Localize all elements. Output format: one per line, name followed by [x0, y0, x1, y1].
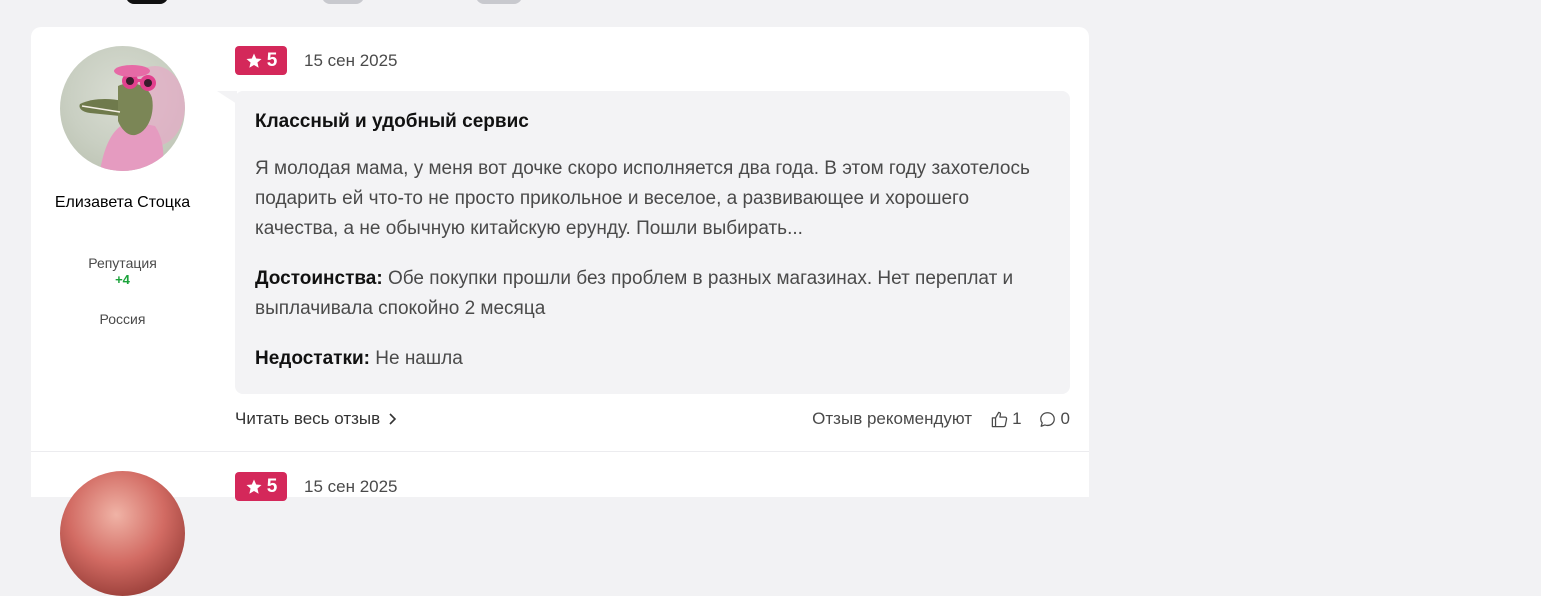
- filter-chip[interactable]: [322, 0, 364, 4]
- author-country: Россия: [99, 311, 146, 327]
- cons-label: Недостатки:: [255, 348, 370, 369]
- avatar[interactable]: [60, 471, 185, 596]
- like-button[interactable]: 1: [990, 409, 1022, 429]
- like-count: 1: [1012, 409, 1022, 428]
- review-title[interactable]: Классный и удобный сервис: [255, 111, 529, 133]
- review-text: Я молодая мама, у меня вот дочке скоро и…: [255, 158, 1030, 239]
- comment-count: 0: [1060, 409, 1070, 428]
- recommend-label: Отзыв рекомендуют: [812, 409, 973, 428]
- review-body: Классный и удобный сервис Я молодая мама…: [235, 91, 1070, 394]
- review-pros: Достоинства: Обе покупки прошли без проб…: [255, 264, 1055, 324]
- reputation-value: +4: [115, 272, 130, 287]
- rating-value: 5: [266, 49, 278, 71]
- filter-chip-active[interactable]: [126, 0, 168, 4]
- chevron-right-icon: [389, 413, 397, 425]
- bubble-tail: [217, 91, 237, 104]
- star-icon: [246, 479, 262, 494]
- comments-button[interactable]: 0: [1038, 409, 1070, 429]
- review-cons: Недостатки: Не нашла: [255, 344, 1055, 374]
- read-full-review-link[interactable]: Читать весь отзыв: [235, 409, 397, 429]
- star-icon: [246, 53, 262, 68]
- reputation-label: Репутация: [88, 255, 157, 271]
- review-divider: [31, 451, 1089, 452]
- comment-icon: [1039, 411, 1055, 427]
- rating-value: 5: [266, 475, 278, 497]
- avatar[interactable]: [60, 46, 185, 171]
- filter-chip[interactable]: [476, 0, 522, 4]
- top-filter-strip: [0, 0, 1100, 8]
- rating-badge: 5: [235, 46, 287, 75]
- review-card: Елизавета Стоцка Репутация +4 Россия 5 1…: [31, 27, 1089, 596]
- pros-label: Достоинства:: [255, 268, 383, 289]
- review-date: 15 сен 2025: [304, 477, 398, 496]
- review-actions: Отзыв рекомендуют 1 0: [812, 409, 1070, 429]
- author-name[interactable]: Елизавета Стоцка: [31, 192, 214, 213]
- read-more-label: Читать весь отзыв: [235, 409, 381, 428]
- review-date: 15 сен 2025: [304, 51, 398, 70]
- thumbs-up-icon: [991, 411, 1008, 427]
- cons-text: Не нашла: [375, 348, 463, 369]
